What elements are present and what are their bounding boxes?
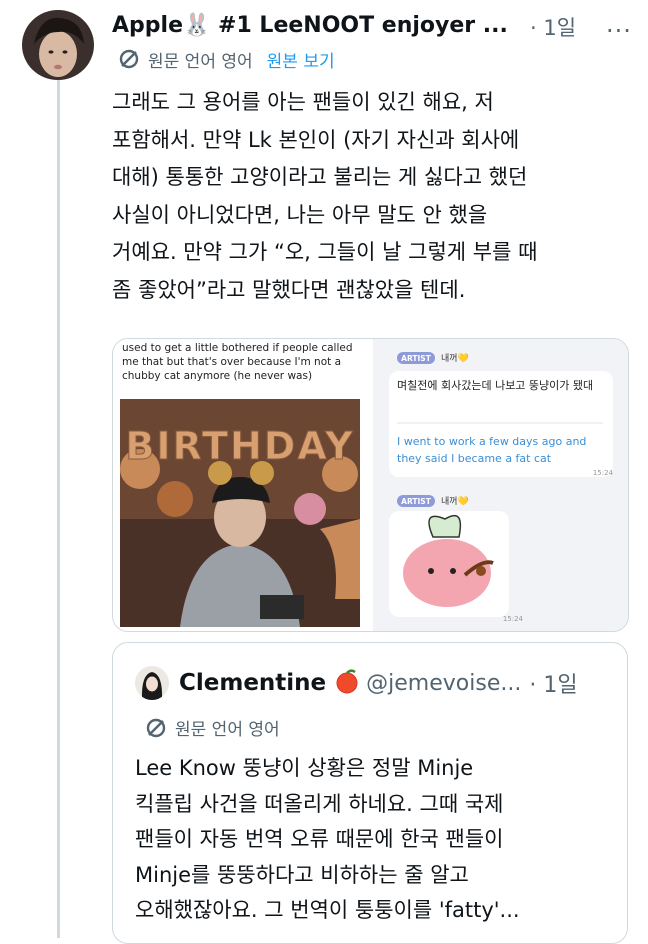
artist-name: 내꺼💛 <box>441 496 470 507</box>
balloon-letters: BIRTHDAY <box>125 424 354 468</box>
quoted-tweet[interactable]: Clementine @jemevoise... · 1일 원문 언어 영어 L… <box>112 642 628 944</box>
media-caption-line: me that but that's over because I'm not … <box>122 356 342 368</box>
quoted-author-avatar[interactable] <box>135 666 169 700</box>
tweet-text-line: 대해) 통통한 고양이라고 불리는 게 싫다고 했던 <box>112 165 528 189</box>
translation-notice: 원문 언어 영어 원본 보기 <box>118 46 335 72</box>
tweet-timestamp[interactable]: · 1일 <box>530 12 576 42</box>
tweet-text-line: 거예요. 만약 그가 “오, 그들이 날 그렇게 부를 때 <box>112 240 538 264</box>
quoted-author-handle[interactable]: @jemevoise... <box>366 671 521 696</box>
chat-time: 15:24 <box>503 615 524 623</box>
tweet-media[interactable]: used to get a little bothered if people … <box>112 338 629 632</box>
tweet-text-line: 포함해서. 만약 Lk 본인이 (자기 자신과 회사에 <box>112 127 520 152</box>
apple-icon <box>334 668 360 698</box>
quoted-author-name[interactable]: Clementine <box>179 670 326 696</box>
tweet-text-line: 사실이 아니었다면, 나는 아무 말도 안 했을 <box>112 202 488 227</box>
quoted-tweet-header: Clementine @jemevoise... · 1일 <box>135 665 578 701</box>
artist-name: 내꺼💛 <box>441 353 470 364</box>
author-avatar[interactable] <box>22 10 94 80</box>
tweet-header: Apple🐰 #1 LeeNOOT enjoyer ... · 1일 ... <box>112 8 632 42</box>
media-caption: used to get a little bothered if people … <box>122 341 362 383</box>
quoted-translation-notice: 원문 언어 영어 <box>145 715 280 740</box>
media-caption-line: used to get a little bothered if people … <box>122 342 353 354</box>
quoted-text-line: 오해했잖아요. 그 번역이 퉁퉁이를 'fatty'... <box>135 898 520 922</box>
show-original-link[interactable]: 원본 보기 <box>267 47 335 72</box>
author-name[interactable]: Apple🐰 #1 LeeNOOT enjoyer ... <box>112 13 508 38</box>
chat-message-korean: 며칠전에 회사갔는데 나보고 뚱냥이가 됐대 <box>397 379 594 392</box>
thread-line <box>57 80 60 938</box>
tweet-text-line: 그래도 그 용어를 아는 팬들이 있긴 해요, 저 <box>112 90 494 114</box>
birthday-photo: BIRTHDAY <box>120 399 360 627</box>
artist-badge: ARTIST <box>401 497 432 506</box>
quoted-text-line: Lee Know 뚱냥이 상황은 정말 Minje <box>135 756 474 780</box>
translation-label: 원문 언어 영어 <box>148 51 253 72</box>
quoted-translation-label: 원문 언어 영어 <box>175 720 280 740</box>
quoted-text-line: 킥플립 사건을 떠올리게 하네요. 그때 국제 <box>135 791 504 816</box>
chat-time: 15:24 <box>593 469 614 477</box>
quoted-text-line: 팬들이 자동 번역 오류 때문에 한국 팬들이 <box>135 827 504 851</box>
media-image-right[interactable]: ARTIST 내꺼💛 며칠전에 회사갔는데 나보고 뚱냥이가 됐대 I went… <box>373 339 628 631</box>
artist-badge: ARTIST <box>401 354 432 363</box>
media-caption-line: chubby cat anymore (he never was) <box>122 370 313 382</box>
translate-icon <box>146 718 166 737</box>
quoted-timestamp[interactable]: · 1일 <box>529 667 577 699</box>
media-image-left[interactable]: used to get a little bothered if people … <box>113 339 371 631</box>
tweet-text: 그래도 그 용어를 아는 팬들이 있긴 해요, 저 포함해서. 만약 Lk 본인… <box>112 84 622 309</box>
more-options-button[interactable]: ... <box>606 10 632 38</box>
chat-screenshot: ARTIST 내꺼💛 며칠전에 회사갔는데 나보고 뚱냥이가 됐대 I went… <box>373 339 628 631</box>
quoted-text-line: Minje를 뚱뚱하다고 비하하는 줄 알고 <box>135 862 469 887</box>
translate-icon <box>119 49 139 69</box>
chat-message-english: I went to work a few days ago and they s… <box>397 435 587 465</box>
quoted-tweet-text: Lee Know 뚱냥이 상황은 정말 Minje 킥플립 사건을 떠올리게 하… <box>135 751 615 929</box>
tweet-text-line: 좀 좋았어”라고 말했다면 괜찮았을 텐데. <box>112 277 466 302</box>
